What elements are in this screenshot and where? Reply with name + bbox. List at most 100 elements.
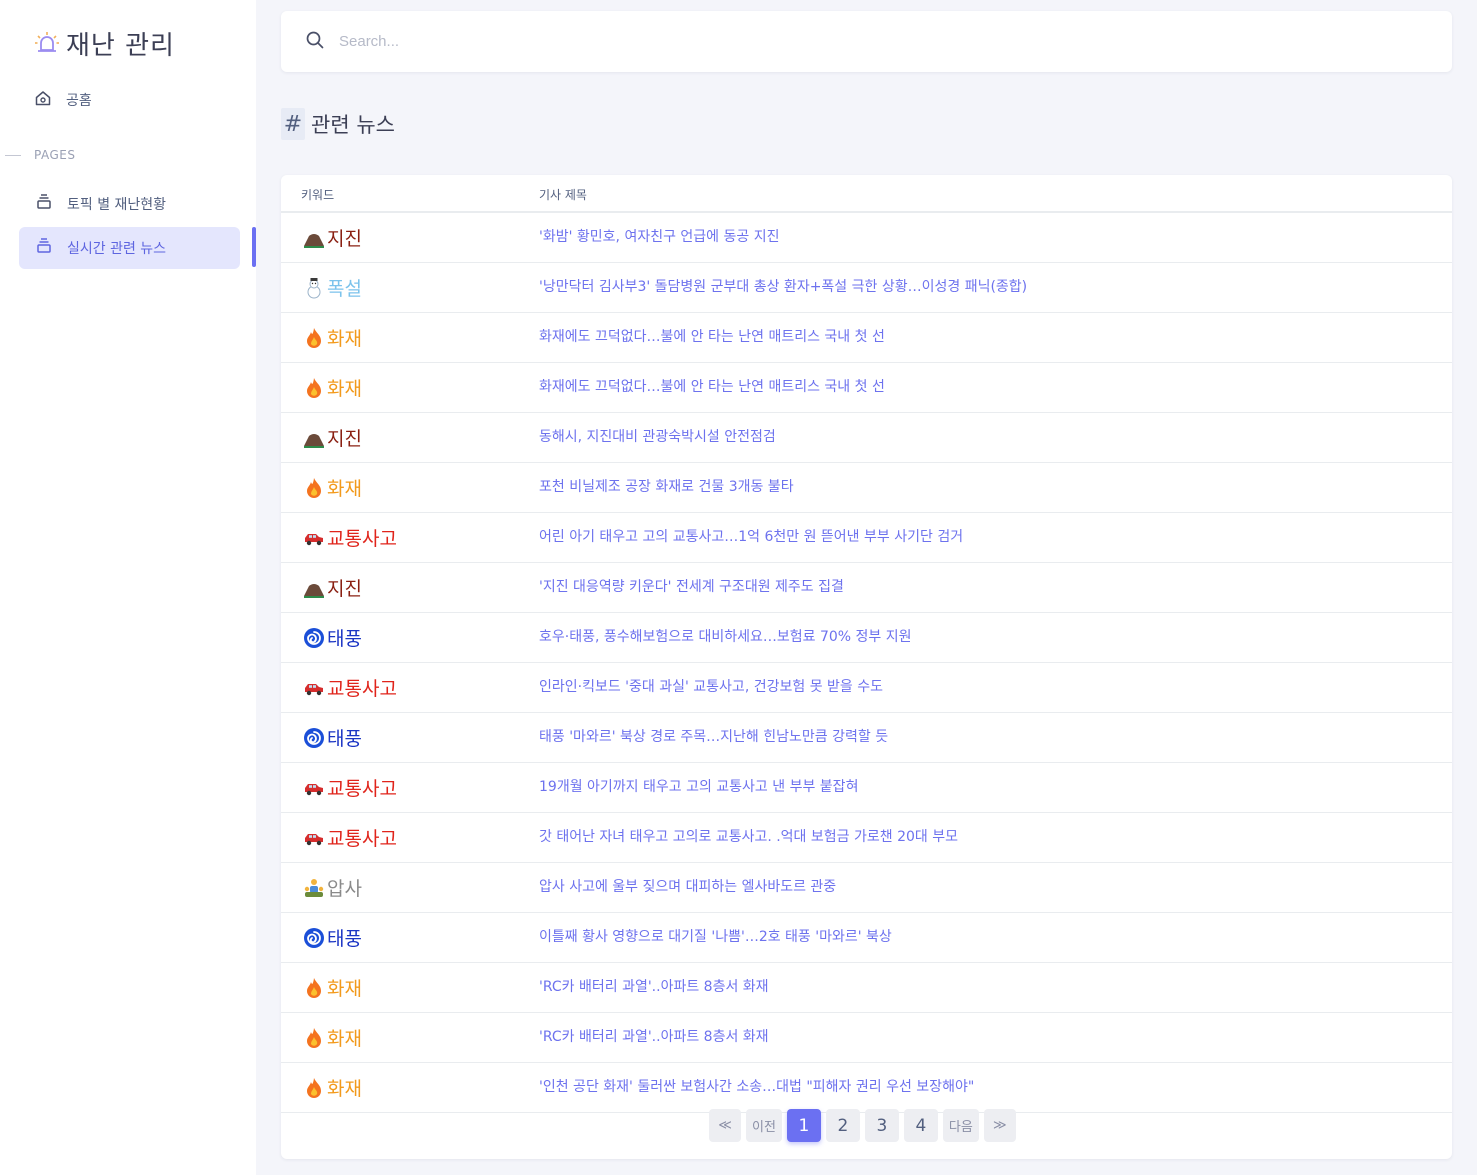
news-title-link[interactable]: 19개월 아기까지 태우고 고의 교통사고 낸 부부 붙잡혀	[539, 763, 858, 812]
page-button-4[interactable]: 4	[903, 1109, 938, 1142]
table-row: 지진 동해시, 지진대비 관광숙박시설 안전점검	[281, 413, 1452, 463]
car-icon	[303, 527, 325, 549]
keyword-label: 폭설	[327, 278, 362, 300]
keyword-label: 화재	[327, 378, 362, 400]
page-title: # 관련 뉴스	[281, 108, 395, 140]
page-title-text: 관련 뉴스	[311, 113, 395, 137]
keyword-badge: 화재	[303, 463, 362, 512]
fire-icon	[303, 477, 325, 499]
column-header-keyword: 키워드	[301, 188, 335, 202]
news-title-link[interactable]: 'RC카 배터리 과열'..아파트 8층서 화재	[539, 1013, 769, 1062]
page-button-3[interactable]: 3	[864, 1109, 899, 1142]
page-button-1[interactable]: 1	[786, 1109, 821, 1142]
car-icon	[303, 677, 325, 699]
layers-icon	[35, 193, 53, 215]
news-title-link[interactable]: 압사 사고에 울부 짖으며 대피하는 엘사바도르 관중	[539, 863, 836, 912]
hash-icon: #	[281, 108, 305, 140]
fire-icon	[303, 1077, 325, 1099]
table-row: 교통사고 인라인·킥보드 '중대 과실' 교통사고, 건강보험 못 받을 수도	[281, 663, 1452, 713]
keyword-badge: 교통사고	[303, 663, 397, 712]
table-row: 화재 'RC카 배터리 과열'..아파트 8층서 화재	[281, 1013, 1452, 1063]
table-row: 태풍 이틀째 황사 영향으로 대기질 '나쁨'…2호 태풍 '마와르' 북상	[281, 913, 1452, 963]
search-icon[interactable]	[305, 30, 325, 54]
car-icon	[303, 777, 325, 799]
news-title-link[interactable]: 'RC카 배터리 과열'..아파트 8층서 화재	[539, 963, 769, 1012]
table-row: 교통사고 갓 태어난 자녀 태우고 고의로 교통사고. .억대 보험금 가로챈 2…	[281, 813, 1452, 863]
news-title-link[interactable]: 화재에도 끄덕없다…불에 안 타는 난연 매트리스 국내 첫 선	[539, 363, 885, 412]
keyword-label: 압사	[327, 878, 362, 900]
car-icon	[303, 827, 325, 849]
sidebar: 재난 관리 공홈 PAGES 토픽 별 재난현황 실시간 관련 뉴스	[0, 0, 256, 1175]
news-title-link[interactable]: 인라인·킥보드 '중대 과실' 교통사고, 건강보험 못 받을 수도	[539, 663, 883, 712]
table-row: 화재 화재에도 끄덕없다…불에 안 타는 난연 매트리스 국내 첫 선	[281, 313, 1452, 363]
keyword-badge: 태풍	[303, 913, 362, 962]
volcano-icon	[303, 427, 325, 449]
news-title-link[interactable]: 포천 비닐제조 공장 화재로 건물 3개동 불타	[539, 463, 794, 512]
news-title-link[interactable]: 이틀째 황사 영향으로 대기질 '나쁨'…2호 태풍 '마와르' 북상	[539, 913, 892, 962]
last-page-button[interactable]: ≫	[983, 1109, 1016, 1142]
keyword-badge: 지진	[303, 213, 362, 262]
news-title-link[interactable]: '화밤' 황민호, 여자친구 언급에 동공 지진	[539, 213, 779, 262]
keyword-badge: 화재	[303, 313, 362, 362]
keyword-badge: 화재	[303, 363, 362, 412]
brand[interactable]: 재난 관리	[34, 26, 175, 61]
news-title-link[interactable]: '인천 공단 화재' 둘러싼 보험사간 소송…대법 "피해자 권리 우선 보장해…	[539, 1063, 974, 1112]
keyword-badge: 화재	[303, 1063, 362, 1112]
table-row: 태풍 호우·태풍, 풍수해보험으로 대비하세요…보험료 70% 정부 지원	[281, 613, 1452, 663]
keyword-badge: 지진	[303, 563, 362, 612]
keyword-label: 화재	[327, 328, 362, 350]
app-title: 재난 관리	[66, 30, 175, 61]
typhoon-icon	[303, 727, 325, 749]
keyword-label: 태풍	[327, 628, 362, 650]
keyword-label: 화재	[327, 1028, 362, 1050]
pages-section-label: PAGES	[0, 145, 75, 165]
table-row: 태풍 태풍 '마와르' 북상 경로 주목…지난해 힌남노만큼 강력할 듯	[281, 713, 1452, 763]
nav-home[interactable]: 공홈	[34, 88, 92, 112]
crowd-icon	[303, 877, 325, 899]
first-page-button[interactable]: ≪	[709, 1109, 741, 1142]
nav-home-label: 공홈	[66, 93, 92, 109]
prev-page-button[interactable]: 이전	[746, 1109, 782, 1142]
sidebar-item-label: 실시간 관련 뉴스	[67, 241, 167, 257]
sidebar-item-label: 토픽 별 재난현황	[67, 197, 167, 213]
keyword-badge: 교통사고	[303, 763, 397, 812]
search-input[interactable]	[339, 33, 1239, 50]
divider	[5, 154, 21, 156]
pagination: ≪ 이전 1 2 3 4 다음 ≫	[709, 1109, 1016, 1142]
keyword-badge: 화재	[303, 963, 362, 1012]
pages-label-text: PAGES	[34, 148, 76, 162]
keyword-label: 화재	[327, 978, 362, 1000]
alarm-light-icon	[34, 30, 60, 56]
news-title-link[interactable]: '지진 대응역량 키운다' 전세계 구조대원 제주도 집결	[539, 563, 844, 612]
keyword-label: 태풍	[327, 928, 362, 950]
news-title-link[interactable]: 호우·태풍, 풍수해보험으로 대비하세요…보험료 70% 정부 지원	[539, 613, 912, 662]
news-title-link[interactable]: 화재에도 끄덕없다…불에 안 타는 난연 매트리스 국내 첫 선	[539, 313, 885, 362]
news-title-link[interactable]: 동해시, 지진대비 관광숙박시설 안전점검	[539, 413, 776, 462]
news-title-link[interactable]: 태풍 '마와르' 북상 경로 주목…지난해 힌남노만큼 강력할 듯	[539, 713, 888, 762]
news-title-link[interactable]: '낭만닥터 김사부3' 돌담병원 군부대 총상 환자+폭설 극한 상황…이성경 …	[539, 263, 1027, 312]
column-header-title: 기사 제목	[539, 188, 587, 202]
table-body: 지진 '화밤' 황민호, 여자친구 언급에 동공 지진폭설 '낭만닥터 김사부3' …	[281, 213, 1452, 1113]
page-button-2[interactable]: 2	[825, 1109, 860, 1142]
table-row: 교통사고 19개월 아기까지 태우고 고의 교통사고 낸 부부 붙잡혀	[281, 763, 1452, 813]
fire-icon	[303, 977, 325, 999]
keyword-label: 지진	[327, 578, 362, 600]
keyword-badge: 폭설	[303, 263, 362, 312]
keyword-label: 교통사고	[327, 528, 397, 550]
keyword-label: 교통사고	[327, 778, 397, 800]
sidebar-item-topic-status[interactable]: 토픽 별 재난현황	[19, 183, 240, 225]
table-row: 화재 화재에도 끄덕없다…불에 안 타는 난연 매트리스 국내 첫 선	[281, 363, 1452, 413]
table-row: 화재 포천 비닐제조 공장 화재로 건물 3개동 불타	[281, 463, 1452, 513]
snowman-icon	[303, 277, 325, 299]
fire-icon	[303, 377, 325, 399]
news-title-link[interactable]: 어린 아기 태우고 고의 교통사고…1억 6천만 원 뜯어낸 부부 사기단 검거	[539, 513, 963, 562]
keyword-badge: 교통사고	[303, 813, 397, 862]
keyword-label: 화재	[327, 478, 362, 500]
keyword-label: 지진	[327, 428, 362, 450]
news-table-card: 키워드 기사 제목 지진 '화밤' 황민호, 여자친구 언급에 동공 지진폭설 '낭…	[281, 175, 1452, 1159]
next-page-button[interactable]: 다음	[942, 1109, 979, 1142]
news-title-link[interactable]: 갓 태어난 자녀 태우고 고의로 교통사고. .억대 보험금 가로챈 20대 부…	[539, 813, 958, 862]
sidebar-item-realtime-news[interactable]: 실시간 관련 뉴스	[19, 227, 240, 269]
keyword-badge: 압사	[303, 863, 362, 912]
table-row: 지진 '지진 대응역량 키운다' 전세계 구조대원 제주도 집결	[281, 563, 1452, 613]
